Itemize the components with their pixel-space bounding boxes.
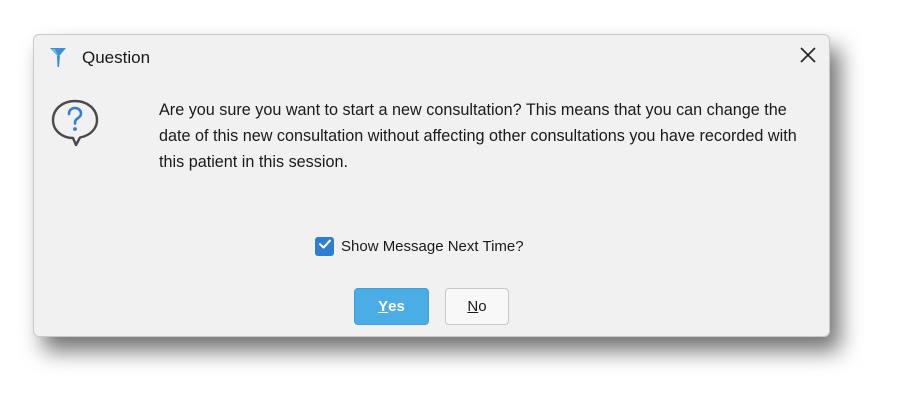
dialog-title: Question xyxy=(82,48,151,67)
close-icon xyxy=(799,46,817,69)
app-logo-icon xyxy=(49,46,67,68)
no-label-rest: o xyxy=(478,298,487,315)
show-message-checkbox[interactable] xyxy=(315,237,334,256)
question-bubble-icon xyxy=(49,97,101,149)
title-bar: Question xyxy=(34,35,829,79)
show-message-checkbox-row[interactable]: Show Message Next Time? xyxy=(315,237,524,256)
close-button[interactable] xyxy=(793,42,823,72)
yes-mnemonic: Y xyxy=(378,298,389,315)
question-dialog: Question Are you sure you want to start … xyxy=(33,34,830,337)
show-message-label: Show Message Next Time? xyxy=(341,238,524,255)
yes-label-rest: es xyxy=(388,298,405,315)
no-mnemonic: N xyxy=(467,298,479,315)
dialog-message: Are you sure you want to start a new con… xyxy=(159,101,797,171)
checkmark-icon xyxy=(318,237,332,256)
no-button[interactable]: No xyxy=(445,288,509,325)
yes-button[interactable]: Yes xyxy=(354,288,429,325)
